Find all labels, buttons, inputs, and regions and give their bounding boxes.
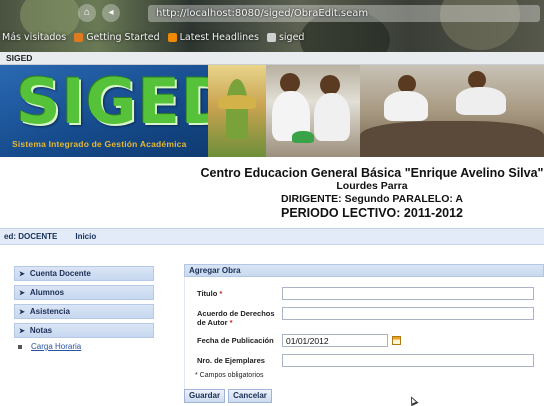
sidebar-item-cuenta-docente[interactable]: ➤ Cuenta Docente <box>14 266 154 281</box>
dirigente-info: DIRIGENTE: Segundo PARALELO: A <box>281 193 463 205</box>
sidebar-item-label: Cuenta Docente <box>29 269 91 278</box>
logo-area: SIGED Sistema Integrado de Gestión Acadé… <box>0 65 232 157</box>
firefox-icon <box>74 32 84 42</box>
chevron-right-icon: ➤ <box>19 308 25 316</box>
calendar-icon[interactable] <box>392 336 401 345</box>
titulo-label: Titulo * <box>197 289 222 298</box>
student-head <box>320 75 340 95</box>
banner-photo-sandbox <box>360 65 544 157</box>
bookmarks-bar: Más visitados Getting Started Latest Hea… <box>0 28 544 46</box>
nav-buttons: ⌂ ◂ <box>78 4 120 22</box>
browser-tab[interactable]: SIGED <box>0 52 544 65</box>
sidebar-item-label: Alumnos <box>29 288 65 297</box>
chevron-right-icon: ➤ <box>19 270 25 278</box>
bookmark-most-visited[interactable]: Más visitados <box>2 32 66 43</box>
bookmark-siged[interactable]: siged <box>266 31 305 43</box>
bookmark-label: Más visitados <box>2 31 67 43</box>
required-note: * Campos obligatorios <box>195 372 264 379</box>
fecha-label: Fecha de Publicación <box>197 336 274 345</box>
required-mark: * <box>229 318 233 327</box>
student-head <box>280 73 300 93</box>
sidebar-item-asistencia[interactable]: ➤ Asistencia <box>14 304 154 319</box>
titulo-input[interactable] <box>282 287 534 300</box>
school-name: Centro Educacion General Básica "Enrique… <box>200 166 544 180</box>
sidebar-item-label: Asistencia <box>29 307 70 316</box>
sidebar: ➤ Cuenta Docente ➤ Alumnos ➤ Asistencia … <box>14 266 154 351</box>
header-banner: SIGED Sistema Integrado de Gestión Acadé… <box>0 65 544 157</box>
ejemplares-input[interactable] <box>282 354 534 367</box>
rss-icon <box>167 32 177 42</box>
bookmark-label: Getting Started <box>86 31 160 43</box>
acuerdo-derechos-input[interactable] <box>282 307 534 320</box>
sidebar-link-carga-horaria: Carga Horaria <box>14 342 154 351</box>
banner-photo-plant <box>208 65 266 157</box>
role-label: ed: DOCENTE <box>4 232 58 241</box>
sand-area <box>360 121 544 157</box>
bookmark-latest-headlines[interactable]: Latest Headlines <box>167 31 259 43</box>
bookmark-getting-started[interactable]: Getting Started <box>74 31 160 43</box>
student-shirt <box>456 87 506 115</box>
plant-shape <box>218 95 256 109</box>
required-mark: * <box>219 289 223 298</box>
siged-logo: SIGED <box>16 65 234 138</box>
banner-subtitle: Sistema Integrado de Gestión Académica <box>12 139 187 149</box>
student-shirt <box>314 93 350 141</box>
fecha-publicacion-input[interactable] <box>282 334 388 347</box>
chevron-right-icon: ➤ <box>19 327 25 335</box>
save-button[interactable]: Guardar <box>184 389 226 403</box>
banner-photo-students <box>266 65 360 157</box>
form-body: Titulo * Acuerdo de Derechos de Autor * … <box>184 277 544 389</box>
acuerdo-label-line2: de Autor <box>197 318 228 327</box>
sidebar-item-label: Notas <box>29 326 53 335</box>
home-link[interactable]: Inicio <box>75 229 96 244</box>
chevron-right-icon: ➤ <box>19 289 25 297</box>
form-panel: Agregar Obra Titulo * Acuerdo de Derecho… <box>184 264 544 389</box>
browser-toolbar: ⌂ ◂ http://localhost:8080/siged/ObraEdit… <box>0 0 544 52</box>
school-period: PERIODO LECTIVO: 2011-2012 <box>280 206 463 220</box>
ejemplares-label: Nro. de Ejemplares <box>197 356 265 365</box>
cancel-button[interactable]: Cancelar <box>228 389 272 403</box>
bullet-icon <box>18 344 22 349</box>
form-title: Agregar Obra <box>184 264 544 277</box>
url-bar[interactable]: http://localhost:8080/siged/ObraEdit.sea… <box>148 5 540 22</box>
form-actions: Guardar Cancelar <box>184 389 272 403</box>
acuerdo-label-line1: Acuerdo de Derechos <box>197 309 275 318</box>
acuerdo-label: Acuerdo de Derechos de Autor * <box>197 309 275 327</box>
back-icon[interactable]: ◂ <box>102 4 120 22</box>
sidebar-item-alumnos[interactable]: ➤ Alumnos <box>14 285 154 300</box>
role-bar: ed: DOCENTE Inicio <box>0 228 544 245</box>
home-icon[interactable]: ⌂ <box>78 4 96 22</box>
mouse-cursor-icon <box>407 394 419 406</box>
green-object <box>292 131 314 143</box>
titulo-label-text: Titulo <box>197 289 218 298</box>
bookmark-label: siged <box>278 31 305 43</box>
school-header: Centro Educacion General Básica "Enrique… <box>200 166 544 221</box>
teacher-name: Lourdes Parra <box>336 180 408 192</box>
student-shirt <box>384 91 428 121</box>
page-icon <box>266 32 276 42</box>
sidebar-item-notas[interactable]: ➤ Notas <box>14 323 154 338</box>
bookmark-label: Latest Headlines <box>179 31 259 43</box>
carga-horaria-link[interactable]: Carga Horaria <box>31 342 81 351</box>
plant-shape <box>226 79 248 139</box>
